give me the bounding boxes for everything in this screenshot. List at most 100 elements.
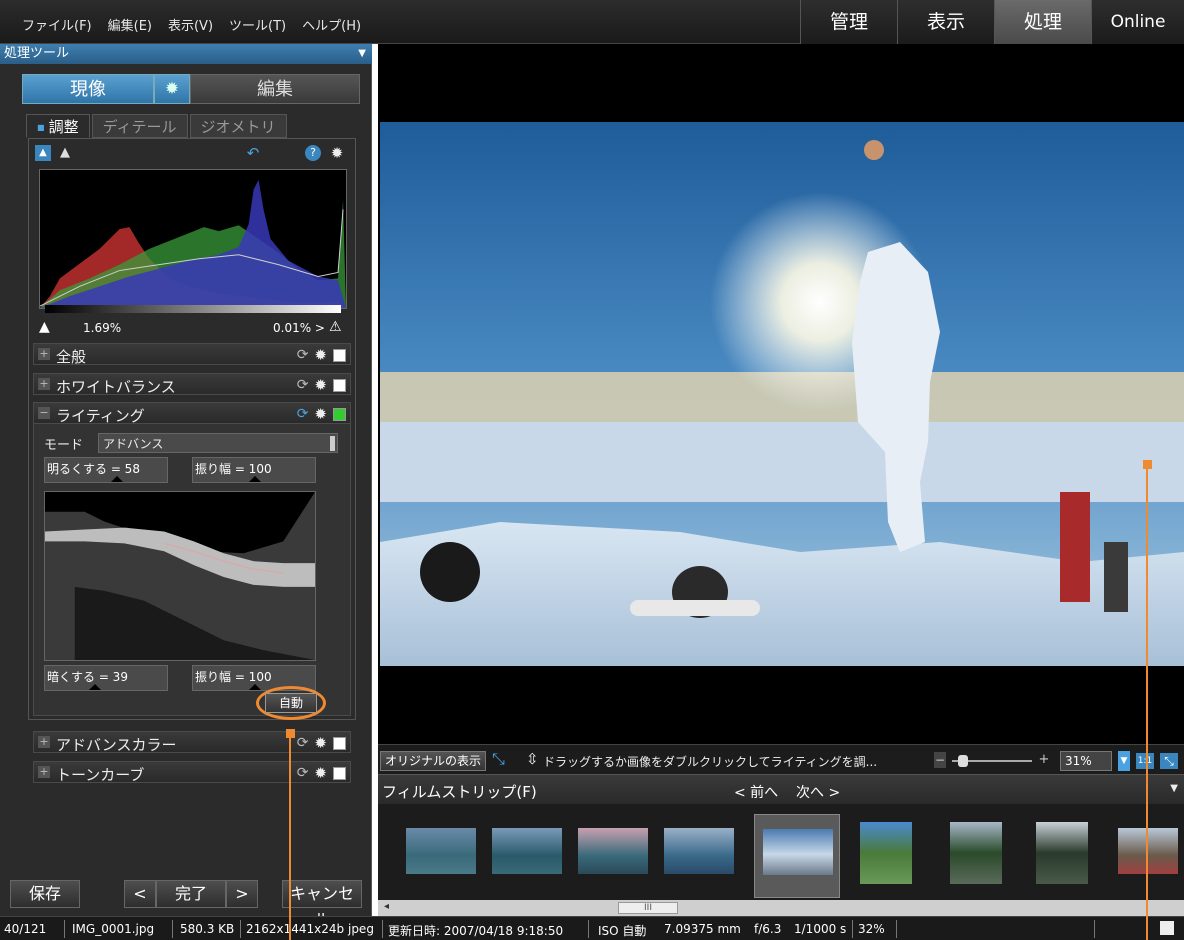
mode-tab-process[interactable]: 処理 xyxy=(994,0,1091,44)
section-title: トーンカーブ xyxy=(56,766,145,784)
zoom-slider-thumb[interactable] xyxy=(958,755,968,767)
menu-view[interactable]: 表示(V) xyxy=(166,13,215,36)
menu-help[interactable]: ヘルプ(H) xyxy=(300,13,363,36)
expand-icon[interactable]: + xyxy=(38,378,50,390)
section-general[interactable]: + 全般 ⟳ ✹ xyxy=(33,343,351,366)
develop-button[interactable]: 現像 xyxy=(22,74,154,104)
brighten-slider[interactable]: 明るくする = 58 xyxy=(44,457,168,483)
section-title: ライティング xyxy=(56,407,145,425)
gear-icon[interactable]: ✹ xyxy=(314,734,327,752)
fit-window-icon[interactable]: ⤡ xyxy=(1160,753,1178,769)
histogram xyxy=(39,169,347,309)
section-tone-curve[interactable]: + トーンカーブ ⟳ ✹ xyxy=(33,761,351,784)
thumbnail[interactable] xyxy=(848,814,934,898)
tab-detail[interactable]: ディテール xyxy=(91,114,188,138)
thumbnail[interactable] xyxy=(570,814,656,898)
reset-icon[interactable]: ⟳ xyxy=(297,377,309,393)
fit-arrows-icon[interactable]: ⤡ xyxy=(492,749,505,769)
slider-thumb[interactable] xyxy=(89,684,101,690)
edit-button[interactable]: 編集 xyxy=(190,74,360,104)
save-button[interactable]: 保存 xyxy=(10,880,80,908)
auto-button[interactable]: 自動 xyxy=(265,693,317,713)
gear-icon[interactable]: ✹ xyxy=(314,405,327,423)
enable-checkbox[interactable] xyxy=(333,407,346,421)
darken-label: 暗くする = 39 xyxy=(47,670,128,684)
reset-icon[interactable]: ⟳ xyxy=(297,406,309,422)
cancel-button[interactable]: キャンセル xyxy=(282,880,362,929)
filmstrip xyxy=(378,804,1184,900)
gear-icon[interactable]: ✹ xyxy=(154,74,190,104)
thumbnail[interactable] xyxy=(1024,814,1110,898)
enable-checkbox[interactable] xyxy=(333,348,346,362)
gear-icon[interactable]: ✹ xyxy=(314,376,327,394)
tab-adjust[interactable]: 調整 xyxy=(26,114,90,138)
image-viewer[interactable] xyxy=(378,44,1184,744)
footer-buttons: 保存 < 完了 > キャンセル xyxy=(10,880,362,929)
resize-grip[interactable] xyxy=(1160,921,1174,935)
highlight-clip-icon[interactable]: ⚠ xyxy=(329,319,342,335)
expand-icon[interactable]: + xyxy=(38,348,50,360)
zoom-dropdown-icon[interactable]: ▼ xyxy=(1118,751,1130,771)
gear-icon[interactable]: ✹ xyxy=(314,346,327,364)
next-link[interactable]: 次へ > xyxy=(796,785,840,801)
slider-thumb[interactable] xyxy=(249,684,261,690)
section-title: アドバンスカラー xyxy=(56,736,177,754)
reset-icon[interactable]: ⟳ xyxy=(297,735,309,751)
darken-slider[interactable]: 暗くする = 39 xyxy=(44,665,168,691)
done-button[interactable]: 完了 xyxy=(156,880,226,908)
slider-thumb[interactable] xyxy=(111,476,123,482)
section-icons: ⟳ ✹ xyxy=(297,734,346,752)
section-white-balance[interactable]: + ホワイトバランス ⟳ ✹ xyxy=(33,373,351,396)
menu-edit[interactable]: 編集(E) xyxy=(106,13,154,36)
expand-icon[interactable]: + xyxy=(38,766,50,778)
shadow-clip-icon[interactable]: ▲ xyxy=(39,319,50,335)
slider-thumb[interactable] xyxy=(249,476,261,482)
enable-checkbox[interactable] xyxy=(333,378,346,392)
mode-tab-manage[interactable]: 管理 xyxy=(800,0,897,44)
mode-tab-view[interactable]: 表示 xyxy=(897,0,994,44)
gear-icon[interactable]: ✹ xyxy=(329,145,345,161)
thumbnail-selected[interactable] xyxy=(754,814,840,898)
zoom-value[interactable]: 31% xyxy=(1060,751,1112,771)
zoom-in-button[interactable]: + xyxy=(1038,752,1050,768)
gear-icon[interactable]: ✹ xyxy=(314,764,327,782)
collapse-icon[interactable]: − xyxy=(38,407,50,419)
enable-checkbox[interactable] xyxy=(333,766,346,780)
scroll-thumb[interactable]: III xyxy=(618,902,678,914)
panel-title[interactable]: 処理ツール ▼ xyxy=(0,44,372,64)
section-title: 全般 xyxy=(56,348,87,366)
reset-icon[interactable]: ⟳ xyxy=(297,347,309,363)
help-icon[interactable]: ? xyxy=(305,145,321,161)
menu-file[interactable]: ファイル(F) xyxy=(20,13,94,36)
prev-link[interactable]: < 前へ xyxy=(734,785,778,801)
undo-icon[interactable]: ↶ xyxy=(245,145,261,161)
tab-geometry[interactable]: ジオメトリ xyxy=(189,114,287,138)
enable-checkbox[interactable] xyxy=(333,736,346,750)
status-separator xyxy=(1094,920,1095,938)
actual-size-button[interactable]: 1:1 xyxy=(1136,753,1154,769)
chevron-down-icon[interactable]: ▼ xyxy=(1170,783,1178,794)
thumbnail[interactable] xyxy=(938,814,1024,898)
main-photo xyxy=(380,122,1184,666)
section-advanced-color[interactable]: + アドバンスカラー ⟳ ✹ xyxy=(33,731,351,754)
next-button[interactable]: > xyxy=(226,880,258,908)
histogram-mode-icon[interactable]: ▲ xyxy=(35,145,51,161)
warning-icon[interactable]: ▲ xyxy=(57,145,73,161)
thumbnail[interactable] xyxy=(398,814,484,898)
filmstrip-title[interactable]: フィルムストリップ(F) xyxy=(382,781,537,802)
thumbnail[interactable] xyxy=(656,814,742,898)
thumbnail[interactable] xyxy=(484,814,570,898)
mode-tab-online[interactable]: Online xyxy=(1091,0,1184,44)
scroll-left-icon[interactable]: ◂ xyxy=(384,901,389,912)
reset-icon[interactable]: ⟳ xyxy=(297,765,309,781)
menu-tools[interactable]: ツール(T) xyxy=(227,13,288,36)
zoom-out-button[interactable]: − xyxy=(934,752,946,768)
show-original-button[interactable]: オリジナルの表示 xyxy=(380,751,486,771)
expand-icon[interactable]: + xyxy=(38,736,50,748)
prev-button[interactable]: < xyxy=(124,880,156,908)
section-lighting-header[interactable]: − ライティング ⟳ ✹ xyxy=(33,402,351,425)
amplitude-slider-top[interactable]: 振り幅 = 100 xyxy=(192,457,316,483)
mode-select[interactable]: アドバンス xyxy=(98,433,338,453)
filmstrip-scrollbar[interactable]: ◂ III xyxy=(378,900,1184,916)
chevron-down-icon[interactable]: ▼ xyxy=(358,44,366,64)
